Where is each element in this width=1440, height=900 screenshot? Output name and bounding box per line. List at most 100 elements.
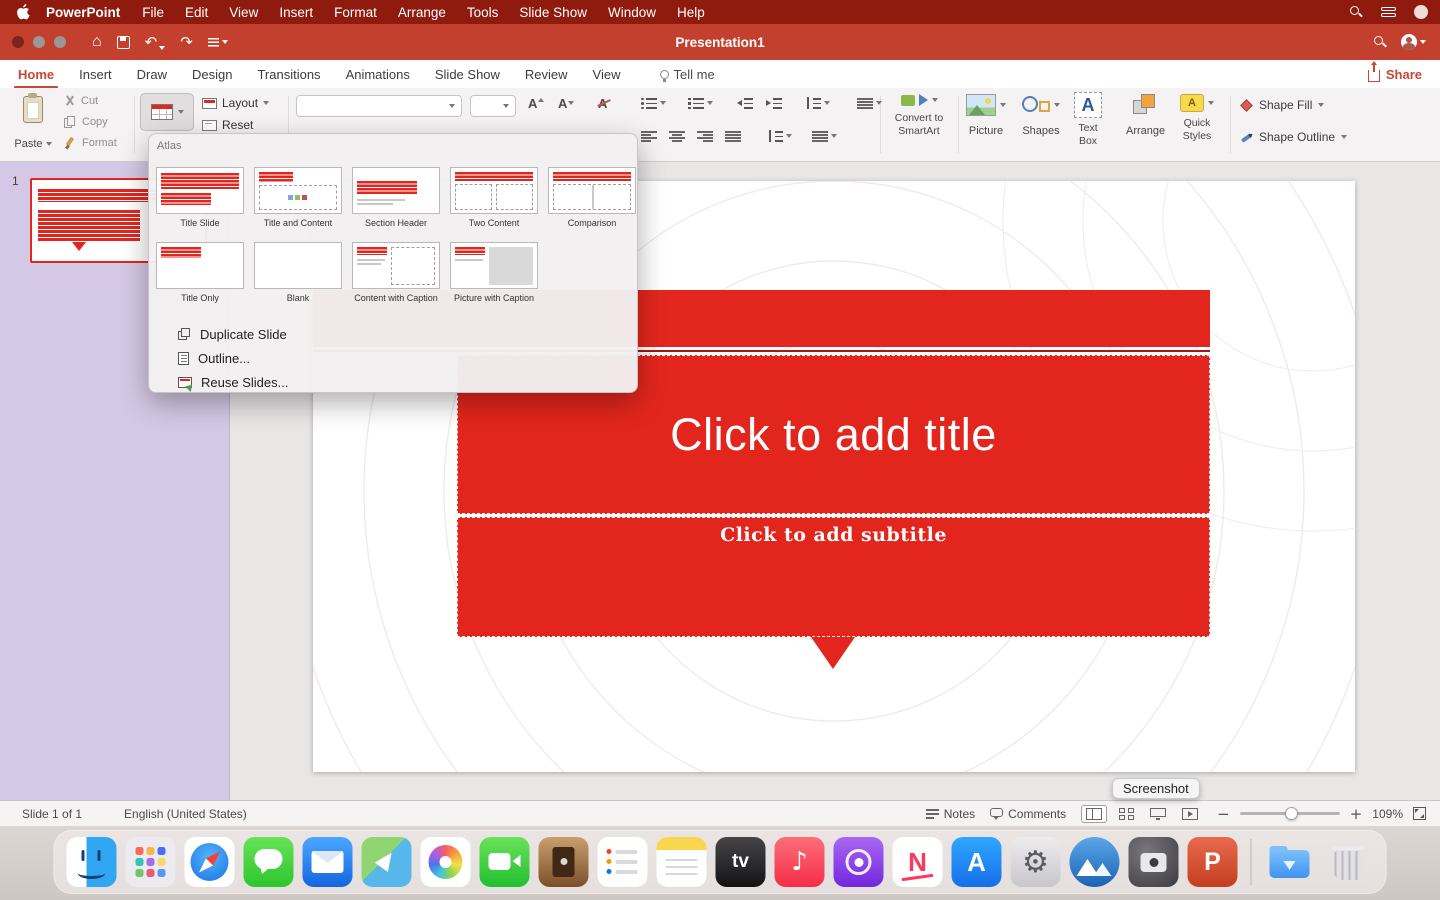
layout-option-content-with-caption[interactable]: Content with Caption — [352, 242, 440, 303]
menu-tools[interactable]: Tools — [467, 5, 499, 20]
home-icon[interactable]: ⌂ — [92, 34, 102, 50]
language-button[interactable]: English (United States) — [124, 807, 247, 821]
tab-home[interactable]: Home — [18, 67, 54, 82]
undo-button[interactable]: ↶ — [145, 35, 166, 50]
redo-icon[interactable]: ↷ — [180, 35, 193, 50]
app-store-icon[interactable]: A — [952, 837, 1002, 887]
zoom-in-button[interactable]: + — [1350, 805, 1363, 823]
finder-icon[interactable] — [67, 837, 117, 887]
weather-app-icon[interactable] — [1070, 837, 1120, 887]
launchpad-icon[interactable] — [126, 837, 176, 887]
customize-toolbar-icon[interactable] — [208, 38, 228, 47]
quick-styles-button[interactable]: A QuickStyles — [1180, 94, 1214, 143]
arrange-button[interactable]: Arrange — [1126, 94, 1165, 137]
menu-file[interactable]: File — [142, 5, 164, 20]
layout-option-picture-with-caption[interactable]: Picture with Caption — [450, 242, 538, 303]
messages-icon[interactable] — [244, 837, 294, 887]
increase-font-size-button[interactable]: A — [528, 96, 544, 111]
paste-button[interactable]: Paste — [8, 92, 58, 156]
news-icon[interactable]: N — [893, 837, 943, 887]
reminders-icon[interactable] — [598, 837, 648, 887]
fit-slide-icon[interactable] — [1413, 807, 1426, 820]
text-direction-button[interactable] — [812, 130, 837, 142]
layout-option-comparison[interactable]: Comparison — [548, 167, 636, 228]
numbering-button[interactable] — [688, 97, 713, 109]
shapes-button[interactable]: Shapes — [1022, 94, 1060, 137]
tab-review[interactable]: Review — [525, 67, 568, 82]
text-box-button[interactable]: A TextBox — [1074, 92, 1102, 148]
cut-button[interactable]: Cut — [64, 94, 117, 107]
new-slide-button[interactable] — [140, 93, 194, 131]
minimize-button[interactable] — [33, 36, 45, 48]
tab-insert[interactable]: Insert — [79, 67, 112, 82]
close-button[interactable] — [12, 36, 24, 48]
font-name-combobox[interactable] — [296, 95, 462, 117]
downloads-folder-icon[interactable] — [1265, 837, 1315, 887]
tab-draw[interactable]: Draw — [137, 67, 167, 82]
menubar-search-icon[interactable] — [1350, 6, 1363, 19]
layout-option-section-header[interactable]: Section Header — [352, 167, 440, 228]
normal-view-button[interactable] — [1081, 805, 1107, 823]
layout-option-title-only[interactable]: Title Only — [156, 242, 244, 303]
vertical-align-button[interactable] — [768, 130, 792, 142]
photos-icon[interactable] — [421, 837, 471, 887]
increase-indent-button[interactable] — [766, 97, 782, 109]
tab-animations[interactable]: Animations — [346, 67, 410, 82]
bullets-button[interactable] — [641, 97, 666, 109]
reuse-slides-menu-item[interactable]: Reuse Slides... — [149, 370, 637, 394]
presenter-view-button[interactable] — [1146, 806, 1170, 822]
menu-window[interactable]: Window — [608, 5, 656, 20]
menu-format[interactable]: Format — [334, 5, 377, 20]
screenshot-app-icon[interactable] — [1129, 837, 1179, 887]
duplicate-slide-menu-item[interactable]: Duplicate Slide — [149, 322, 637, 346]
copy-button[interactable]: Copy — [64, 115, 117, 128]
layout-button[interactable]: Layout — [202, 96, 269, 110]
music-icon[interactable]: ♪ — [775, 837, 825, 887]
tell-me-button[interactable]: Tell me — [660, 67, 715, 82]
system-settings-icon[interactable]: ⚙ — [1011, 837, 1061, 887]
menu-help[interactable]: Help — [677, 5, 705, 20]
menubar-user-icon[interactable] — [1414, 5, 1428, 19]
zoom-button[interactable] — [54, 36, 66, 48]
menubar-app-name[interactable]: PowerPoint — [46, 5, 120, 20]
slide-sorter-view-button[interactable] — [1115, 806, 1138, 822]
zoom-slider[interactable] — [1240, 812, 1340, 815]
photo-booth-icon[interactable] — [539, 837, 589, 887]
tab-design[interactable]: Design — [192, 67, 232, 82]
decrease-font-size-button[interactable]: A — [558, 96, 574, 111]
powerpoint-dock-icon[interactable]: P — [1188, 837, 1238, 887]
zoom-level[interactable]: 109% — [1372, 807, 1403, 821]
account-menu[interactable] — [1401, 34, 1426, 50]
zoom-slider-thumb[interactable] — [1285, 807, 1298, 820]
notes-app-icon[interactable] — [657, 837, 707, 887]
share-button[interactable]: Share — [1368, 67, 1422, 82]
menu-arrange[interactable]: Arrange — [398, 5, 446, 20]
save-icon[interactable] — [117, 36, 130, 49]
picture-button[interactable]: Picture — [966, 94, 1006, 137]
shape-outline-button[interactable]: Shape Outline — [1240, 130, 1347, 144]
tab-view[interactable]: View — [593, 67, 621, 82]
menu-insert[interactable]: Insert — [279, 5, 313, 20]
control-center-icon[interactable] — [1381, 7, 1396, 17]
line-spacing-button[interactable] — [806, 97, 830, 109]
menu-edit[interactable]: Edit — [185, 5, 208, 20]
convert-to-smartart-button[interactable]: Convert toSmartArt — [886, 94, 952, 138]
comments-button[interactable]: Comments — [990, 807, 1066, 821]
align-right-button[interactable] — [697, 130, 713, 142]
clear-formatting-button[interactable]: A — [598, 96, 607, 111]
layout-option-title-and-content[interactable]: Title and Content — [254, 167, 342, 228]
notes-button[interactable]: Notes — [926, 807, 975, 821]
apple-menu-icon[interactable] — [16, 4, 30, 20]
apple-tv-icon[interactable]: tv — [716, 837, 766, 887]
subtitle-placeholder[interactable]: Click to add subtitle — [457, 517, 1210, 637]
maps-icon[interactable] — [362, 837, 412, 887]
layout-option-title-slide[interactable]: Title Slide — [156, 167, 244, 228]
mail-icon[interactable] — [303, 837, 353, 887]
layout-option-two-content[interactable]: Two Content — [450, 167, 538, 228]
font-size-combobox[interactable] — [470, 95, 516, 117]
align-left-button[interactable] — [641, 130, 657, 142]
zoom-out-button[interactable]: − — [1217, 805, 1230, 823]
justify-button[interactable] — [725, 130, 741, 142]
tab-transitions[interactable]: Transitions — [257, 67, 320, 82]
format-painter-button[interactable]: Format — [64, 136, 117, 149]
